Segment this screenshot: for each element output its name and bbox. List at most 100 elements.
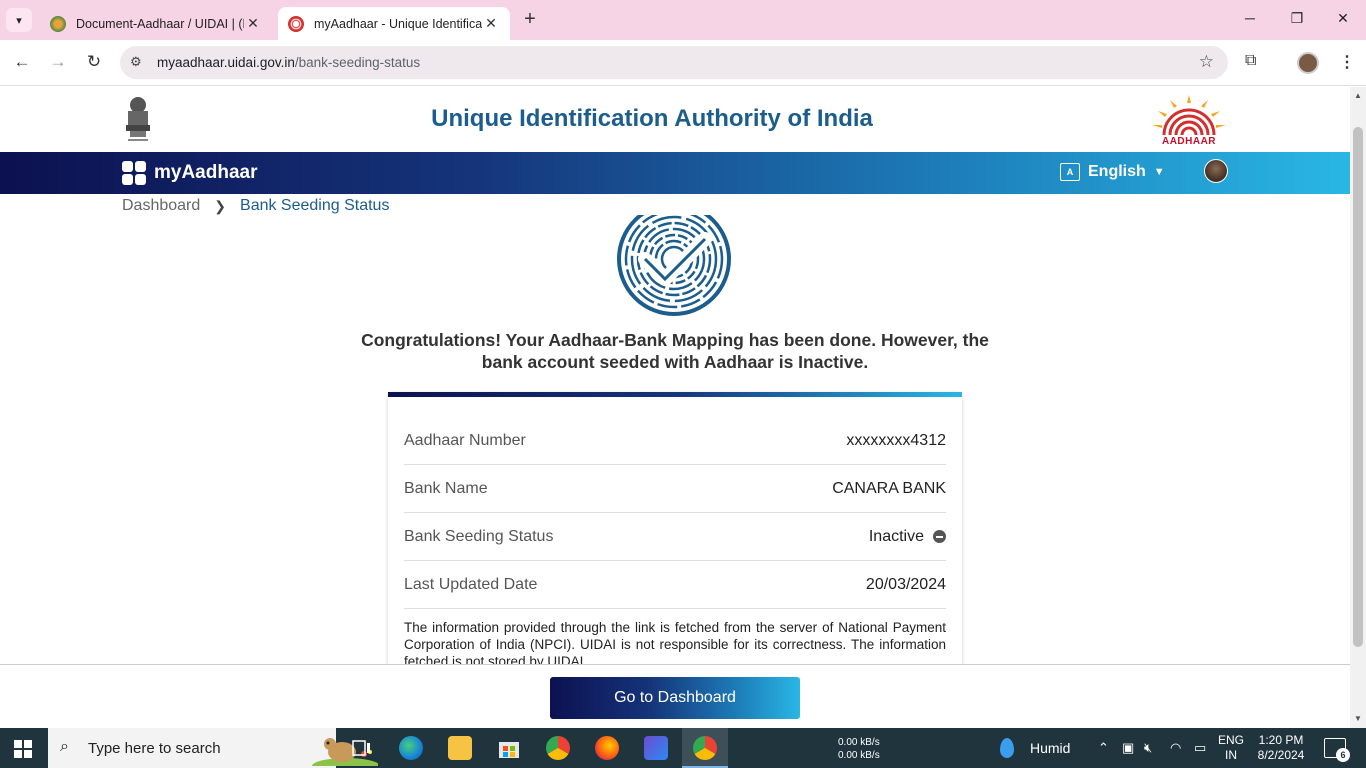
language-label: English bbox=[1088, 163, 1146, 180]
detail-row-aadhaar-number: Aadhaar Number xxxxxxxx4312 bbox=[404, 417, 946, 465]
user-avatar[interactable] bbox=[1204, 159, 1228, 183]
scroll-thumb[interactable] bbox=[1353, 127, 1363, 647]
address-bar[interactable]: ⚙ myaadhaar.uidai.gov.in/bank-seeding-st… bbox=[120, 46, 1228, 79]
language-selector[interactable]: A English ▼ bbox=[1060, 163, 1165, 181]
row-value: 20/03/2024 bbox=[865, 575, 946, 593]
npci-disclaimer: The information provided through the lin… bbox=[404, 620, 946, 669]
breadcrumb-dashboard[interactable]: Dashboard bbox=[122, 197, 200, 215]
clock-date: 8/2/2024 bbox=[1257, 748, 1305, 762]
myaadhaar-brand[interactable]: myAadhaar bbox=[122, 161, 258, 185]
search-placeholder: Type here to search bbox=[88, 740, 221, 757]
menu-kebab-icon[interactable]: ⋮ bbox=[1339, 52, 1355, 72]
speaker-muted-icon[interactable]: 🔇︎ bbox=[1144, 740, 1152, 756]
brand-label: myAadhaar bbox=[154, 162, 258, 183]
status-value: Inactive bbox=[869, 528, 946, 546]
sticky-footer: Go to Dashboard bbox=[0, 664, 1350, 728]
close-tab-icon[interactable]: ✕ bbox=[482, 15, 500, 32]
chevron-right-icon: ❯ bbox=[214, 197, 227, 214]
lang-code: ENG bbox=[1218, 733, 1245, 747]
row-label: Bank Name bbox=[404, 479, 488, 497]
chrome-profile-icon[interactable] bbox=[693, 736, 717, 760]
chevron-up-icon[interactable]: ⌃ bbox=[1098, 740, 1109, 756]
url-path: /bank-seeding-status bbox=[294, 55, 421, 70]
page-content: Unique Identification Authority of India… bbox=[0, 87, 1350, 728]
browser-tab-document-aadhaar[interactable]: Document-Aadhaar / UIDAI | (D ✕ bbox=[40, 7, 272, 40]
row-value: xxxxxxxx4312 bbox=[846, 431, 946, 449]
copilot-app-icon[interactable] bbox=[644, 736, 668, 760]
url-text[interactable]: myaadhaar.uidai.gov.in/bank-seeding-stat… bbox=[157, 55, 420, 70]
row-label: Aadhaar Number bbox=[404, 431, 526, 449]
bookmark-star-icon[interactable]: ☆ bbox=[1199, 52, 1214, 72]
go-to-dashboard-button[interactable]: Go to Dashboard bbox=[550, 677, 800, 719]
new-tab-button[interactable]: + bbox=[518, 8, 542, 31]
region-code: IN bbox=[1225, 748, 1237, 762]
net-download: 0.00 kB/s bbox=[838, 750, 880, 761]
url-host: myaadhaar.uidai.gov.in bbox=[157, 55, 295, 70]
aadhaar-logo-text: AADHAAR bbox=[1161, 136, 1217, 147]
back-icon[interactable]: ← bbox=[11, 52, 33, 72]
aadhaar-sun-icon bbox=[1152, 95, 1226, 136]
chevron-down-icon: ▾ bbox=[16, 14, 22, 27]
row-label: Last Updated Date bbox=[404, 575, 538, 593]
forward-icon[interactable]: → bbox=[47, 52, 69, 72]
scroll-up-icon[interactable]: ▲ bbox=[1354, 91, 1362, 100]
extensions-icon[interactable]: ⧉ bbox=[1245, 52, 1256, 70]
fingerprint-check-icon bbox=[617, 215, 731, 316]
task-view-icon[interactable] bbox=[350, 736, 374, 760]
net-upload: 0.00 kB/s bbox=[838, 737, 880, 748]
breadcrumb-current: Bank Seeding Status bbox=[240, 197, 390, 214]
close-window-icon[interactable]: ✕ bbox=[1333, 10, 1353, 27]
taskbar-search[interactable]: ⌕ Type here to search bbox=[48, 728, 378, 768]
tab-title: myAadhaar - Unique Identificat bbox=[314, 16, 482, 31]
tab-search-button[interactable]: ▾ bbox=[6, 8, 32, 32]
translate-icon: A bbox=[1060, 163, 1080, 181]
detail-row-last-updated: Last Updated Date 20/03/2024 bbox=[404, 561, 946, 609]
file-explorer-icon[interactable] bbox=[448, 736, 472, 760]
clock-time: 1:20 PM bbox=[1258, 733, 1304, 747]
page-title: Unique Identification Authority of India bbox=[431, 105, 873, 132]
weather-widget[interactable]: Humid bbox=[1000, 738, 1070, 758]
reload-icon[interactable]: ↻ bbox=[83, 52, 105, 72]
main-navbar: myAadhaar A English ▼ bbox=[0, 152, 1350, 194]
detail-row-seeding-status: Bank Seeding Status Inactive bbox=[404, 513, 946, 561]
row-label: Bank Seeding Status bbox=[404, 527, 554, 545]
row-value: CANARA BANK bbox=[832, 479, 946, 497]
edge-browser-icon[interactable] bbox=[399, 736, 423, 760]
site-header: Unique Identification Authority of India… bbox=[0, 87, 1350, 152]
browser-tab-bar: ▾ Document-Aadhaar / UIDAI | (D ✕ myAadh… bbox=[0, 0, 1366, 40]
tab-title: Document-Aadhaar / UIDAI | (D bbox=[76, 16, 244, 31]
battery-icon[interactable]: ▭ bbox=[1194, 740, 1206, 756]
breadcrumb: Dashboard ❯ Bank Seeding Status bbox=[122, 197, 389, 215]
close-tab-icon[interactable]: ✕ bbox=[244, 15, 262, 32]
restore-icon[interactable]: ❐ bbox=[1287, 10, 1307, 27]
aadhaar-favicon-icon bbox=[288, 15, 304, 32]
page-scrollbar[interactable]: ▲ ▼ bbox=[1350, 87, 1366, 728]
site-info-icon[interactable]: ⚙ bbox=[130, 54, 142, 70]
scroll-down-icon[interactable]: ▼ bbox=[1354, 714, 1362, 723]
search-icon: ⌕ bbox=[60, 738, 69, 755]
wifi-icon[interactable]: ◠ bbox=[1170, 740, 1181, 756]
firefox-icon[interactable] bbox=[595, 736, 619, 760]
minus-circle-icon bbox=[933, 530, 946, 543]
meet-now-icon[interactable]: ▣ bbox=[1122, 740, 1134, 756]
microsoft-store-icon[interactable] bbox=[497, 736, 521, 760]
browser-tab-myaadhaar[interactable]: myAadhaar - Unique Identificat ✕ bbox=[278, 7, 510, 40]
detail-row-bank-name: Bank Name CANARA BANK bbox=[404, 465, 946, 513]
weather-label: Humid bbox=[1030, 740, 1071, 756]
status-text: Inactive bbox=[868, 527, 924, 545]
browser-toolbar: ← → ↻ ⚙ myaadhaar.uidai.gov.in/bank-seed… bbox=[0, 40, 1366, 86]
browser-profile-avatar[interactable] bbox=[1297, 52, 1319, 74]
windows-start-icon[interactable] bbox=[14, 740, 32, 758]
input-language[interactable]: ENG IN bbox=[1218, 733, 1244, 763]
network-speed: 0.00 kB/s 0.00 kB/s bbox=[838, 736, 880, 762]
humidity-drop-icon bbox=[1000, 738, 1014, 758]
apps-grid-icon bbox=[122, 161, 146, 185]
system-clock[interactable]: 1:20 PM 8/2/2024 bbox=[1254, 733, 1308, 763]
chrome-icon[interactable] bbox=[546, 736, 570, 760]
chevron-down-icon: ▼ bbox=[1153, 166, 1165, 178]
minimize-icon[interactable]: ─ bbox=[1240, 10, 1260, 26]
uidai-favicon-icon bbox=[50, 15, 66, 32]
windows-taskbar: ⌕ Type here to search 0.00 kB/s 0.00 kB/… bbox=[0, 728, 1366, 768]
aadhaar-logo: AADHAAR bbox=[1150, 95, 1228, 147]
result-message: Congratulations! Your Aadhaar-Bank Mappi… bbox=[361, 330, 989, 372]
